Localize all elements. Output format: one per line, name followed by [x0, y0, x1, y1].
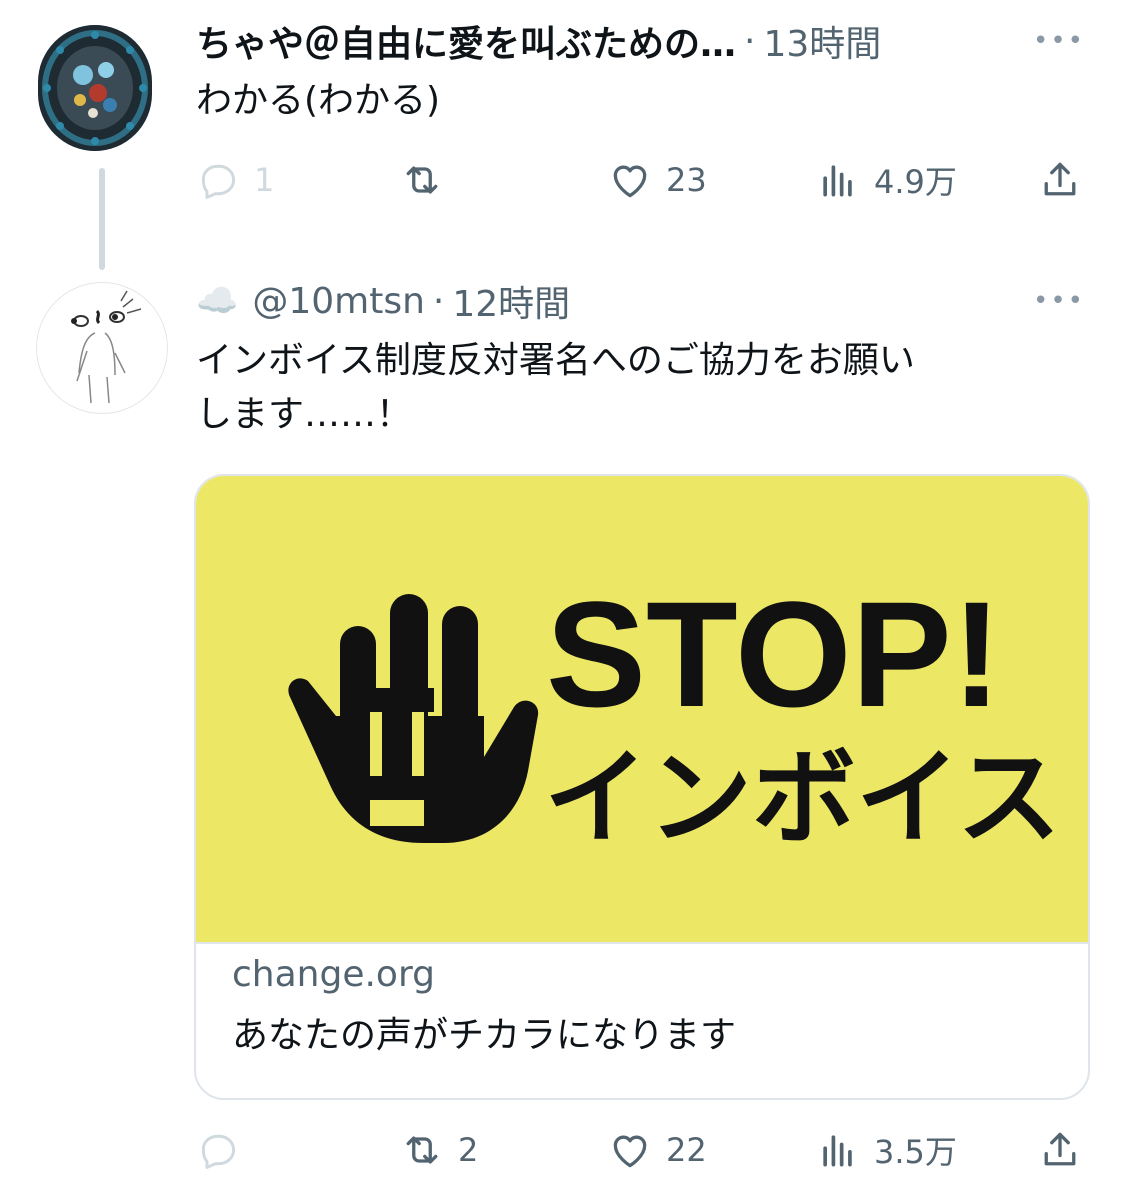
- hand-icon: [288, 594, 539, 843]
- user-handle[interactable]: @10mtsn: [252, 281, 425, 322]
- tweet-text-line: します……！: [196, 394, 413, 435]
- card-info[interactable]: change.org あなたの声がチカラになります: [196, 942, 1088, 1098]
- tweet-2-header: ☁️ @10mtsn · 12時間: [196, 276, 570, 326]
- tweet-text: インボイス制度反対署名へのご協力をお願い します……！: [196, 334, 915, 442]
- like-count: 22: [666, 1131, 707, 1169]
- card-title: あなたの声がチカラになります: [232, 1015, 737, 1056]
- more-icon[interactable]: •••: [1033, 286, 1085, 316]
- like-button[interactable]: 22: [608, 1120, 707, 1180]
- share-button[interactable]: [1038, 1120, 1082, 1180]
- like-icon: [613, 1135, 647, 1168]
- more-icon[interactable]: •••: [1033, 26, 1085, 56]
- separator-dot: ·: [432, 280, 445, 322]
- views-count: 3.5万: [874, 1133, 957, 1171]
- retweet-icon: [406, 166, 438, 194]
- retweet-count: 2: [458, 1131, 479, 1169]
- thread-line: [99, 168, 105, 270]
- avatar-tweet-1[interactable]: [38, 25, 152, 151]
- reply-icon: [201, 1134, 236, 1169]
- retweet-button[interactable]: [400, 150, 458, 210]
- svg-text:インボイス: インボイス: [544, 737, 1061, 859]
- tweet-2-actions: 2 22 3.5万: [196, 1120, 1086, 1180]
- separator-dot: ·: [744, 20, 756, 62]
- reply-button[interactable]: 1: [196, 150, 274, 210]
- share-button[interactable]: [1038, 150, 1082, 210]
- like-icon: [613, 165, 647, 198]
- doodle-avatar-image: [71, 290, 142, 404]
- share-icon: [1044, 162, 1076, 196]
- like-button[interactable]: 23: [608, 150, 707, 210]
- stained-glass-avatar-image: [38, 25, 152, 151]
- views-button[interactable]: 3.5万: [816, 1120, 957, 1180]
- views-icon: [823, 165, 852, 197]
- tweet-text-line: インボイス制度反対署名へのご協力をお願い: [196, 340, 915, 381]
- views-button[interactable]: 4.9万: [816, 150, 957, 210]
- reply-button[interactable]: [196, 1120, 254, 1180]
- retweet-button[interactable]: 2: [400, 1120, 478, 1180]
- views-icon: [823, 1135, 852, 1167]
- timestamp[interactable]: 13時間: [763, 15, 881, 67]
- stop-invoice-logo: STOP! インボイス: [288, 570, 1061, 859]
- tweet-1-actions: 1 23 4.9万: [196, 150, 1086, 210]
- timestamp[interactable]: 12時間: [452, 275, 570, 327]
- card-domain: change.org: [232, 954, 435, 995]
- display-name[interactable]: ちゃや＠自由に愛を叫ぶための…: [196, 15, 736, 67]
- link-card[interactable]: STOP! インボイス change.org あなたの声がチカラになります: [194, 474, 1090, 1100]
- like-count: 23: [666, 161, 707, 199]
- tweet-text: わかる(わかる): [196, 80, 441, 121]
- retweet-icon: [406, 1136, 438, 1164]
- share-icon: [1044, 1132, 1076, 1166]
- views-count: 4.9万: [874, 163, 957, 201]
- reply-icon: [201, 164, 236, 199]
- reply-count: 1: [254, 161, 275, 199]
- cloud-emoji: ☁️: [196, 281, 239, 321]
- svg-text:STOP!: STOP!: [546, 570, 1002, 738]
- avatar-tweet-2[interactable]: [36, 282, 168, 414]
- tweet-1-header: ちゃや＠自由に愛を叫ぶための… · 13時間: [196, 16, 881, 66]
- card-image[interactable]: STOP! インボイス: [196, 476, 1088, 942]
